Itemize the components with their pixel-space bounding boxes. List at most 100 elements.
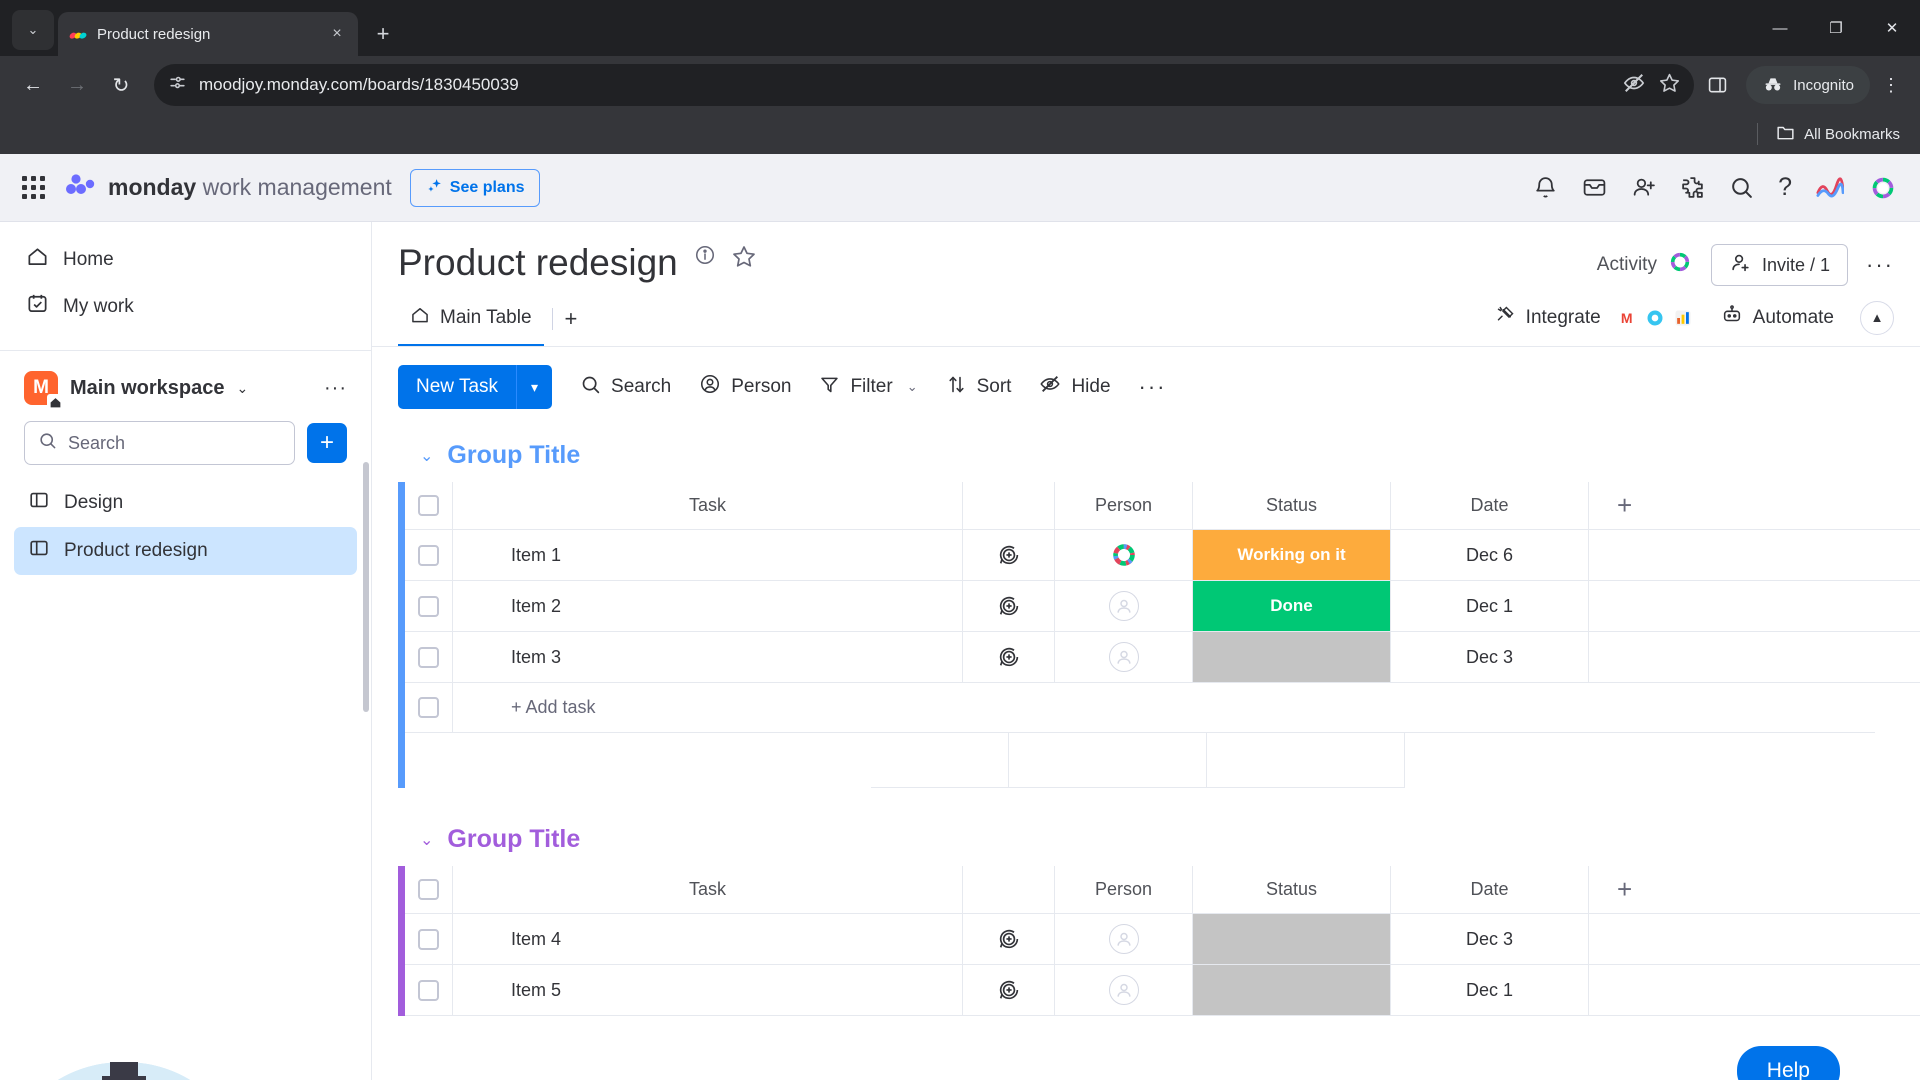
tab-main-table[interactable]: Main Table	[398, 296, 544, 347]
automate-button[interactable]: Automate	[1721, 304, 1834, 332]
group-title[interactable]: Group Title	[447, 441, 580, 470]
chevron-up-icon[interactable]: ▲	[1860, 300, 1894, 335]
cell-date[interactable]: Dec 1	[1391, 965, 1589, 1016]
chevron-down-icon[interactable]: ⌄	[907, 379, 918, 395]
browser-tab[interactable]: Product redesign ×	[58, 12, 358, 56]
all-bookmarks-button[interactable]: All Bookmarks	[1776, 124, 1900, 145]
back-button[interactable]: ←	[14, 66, 52, 104]
new-task-button[interactable]: New Task ▾	[398, 365, 553, 409]
cell-status[interactable]: Working on it	[1193, 530, 1391, 581]
sort-button[interactable]: Sort	[946, 374, 1011, 401]
minimize-button[interactable]: —	[1752, 5, 1808, 51]
select-all-checkbox[interactable]	[405, 866, 453, 914]
close-window-button[interactable]: ✕	[1864, 5, 1920, 51]
cell-person[interactable]	[1055, 581, 1193, 632]
new-task-dropdown-icon[interactable]: ▾	[516, 365, 553, 409]
action-bar-more-icon[interactable]: ···	[1139, 374, 1167, 400]
page-info-icon[interactable]	[168, 73, 187, 97]
add-task-label[interactable]: + Add task	[453, 683, 1875, 733]
cell-task[interactable]: Item 4	[453, 914, 963, 965]
search-icon[interactable]	[1729, 175, 1754, 200]
side-panel-icon[interactable]	[1700, 68, 1734, 102]
maximize-button[interactable]: ❐	[1808, 5, 1864, 51]
chevron-down-icon[interactable]: ⌄	[237, 380, 249, 397]
add-update-icon[interactable]	[963, 581, 1055, 632]
cell-person[interactable]	[1055, 914, 1193, 965]
inbox-icon[interactable]	[1582, 175, 1607, 200]
column-header-date[interactable]: Date	[1391, 866, 1589, 914]
group-collapse-icon[interactable]: ⌄	[420, 446, 433, 466]
workspace-more-icon[interactable]: ···	[324, 377, 347, 400]
add-update-icon[interactable]	[963, 914, 1055, 965]
sidebar-search-input[interactable]: Search	[24, 421, 295, 465]
eye-off-icon[interactable]	[1623, 72, 1645, 99]
cell-task[interactable]: Item 5	[453, 965, 963, 1016]
sidebar-add-button[interactable]: +	[307, 423, 347, 463]
invite-members-icon[interactable]	[1631, 175, 1656, 200]
add-column-button[interactable]: +	[1589, 482, 1920, 530]
incognito-indicator[interactable]: Incognito	[1746, 66, 1870, 104]
close-tab-icon[interactable]: ×	[326, 23, 348, 45]
excel-icon[interactable]	[1671, 306, 1695, 330]
invite-button[interactable]: Invite / 1	[1710, 244, 1849, 286]
add-update-icon[interactable]	[963, 965, 1055, 1016]
slack-icon[interactable]	[1643, 306, 1667, 330]
cell-person[interactable]	[1055, 632, 1193, 683]
table-row[interactable]: Item 2 Done Dec 1	[405, 581, 1920, 632]
tab-search-button[interactable]: ⌄	[12, 10, 54, 50]
workspace-selector[interactable]: M Main workspace ⌄ ···	[0, 351, 371, 417]
sidebar-scrollbar[interactable]	[363, 462, 369, 712]
cell-person[interactable]	[1055, 530, 1193, 581]
cell-status[interactable]	[1193, 914, 1391, 965]
row-checkbox[interactable]	[405, 632, 453, 683]
sidebar-item-my-work[interactable]: My work	[0, 283, 371, 330]
favorite-star-icon[interactable]	[732, 244, 756, 268]
select-all-checkbox[interactable]	[405, 482, 453, 530]
monday-ai-icon[interactable]	[1816, 176, 1844, 199]
cell-task[interactable]: Item 3	[453, 632, 963, 683]
cell-status[interactable]	[1193, 632, 1391, 683]
see-plans-button[interactable]: See plans	[409, 168, 541, 207]
activity-button[interactable]: Activity	[1597, 249, 1693, 281]
table-row[interactable]: Item 3 Dec 3	[405, 632, 1920, 683]
board-more-icon[interactable]: ···	[1866, 252, 1894, 278]
address-bar[interactable]: moodjoy.monday.com/boards/1830450039	[154, 64, 1695, 106]
column-header-task[interactable]: Task	[453, 866, 963, 914]
apps-grid-icon[interactable]	[22, 176, 45, 199]
column-header-person[interactable]: Person	[1055, 866, 1193, 914]
user-avatar[interactable]	[1868, 173, 1898, 203]
cell-date[interactable]: Dec 6	[1391, 530, 1589, 581]
cell-task[interactable]: Item 1	[453, 530, 963, 581]
info-circle-icon[interactable]	[694, 244, 716, 266]
browser-menu-icon[interactable]: ⋮	[1876, 66, 1906, 104]
cell-date[interactable]: Dec 1	[1391, 581, 1589, 632]
cell-status[interactable]	[1193, 965, 1391, 1016]
row-checkbox[interactable]	[405, 965, 453, 1016]
sidebar-item-home[interactable]: Home	[0, 236, 371, 283]
table-row[interactable]: Item 4 Dec 3	[405, 914, 1920, 965]
sidebar-board-design[interactable]: Design	[14, 479, 357, 527]
sidebar-board-product-redesign[interactable]: Product redesign	[14, 527, 357, 575]
help-question-icon[interactable]: ?	[1778, 173, 1792, 202]
add-column-button[interactable]: +	[1589, 866, 1920, 914]
gmail-icon[interactable]: M	[1615, 306, 1639, 330]
brand[interactable]: monday work management	[63, 172, 392, 203]
row-checkbox[interactable]	[405, 581, 453, 632]
column-header-person[interactable]: Person	[1055, 482, 1193, 530]
cell-date[interactable]: Dec 3	[1391, 914, 1589, 965]
group-collapse-icon[interactable]: ⌄	[420, 830, 433, 850]
add-view-button[interactable]: +	[565, 306, 578, 338]
notifications-bell-icon[interactable]	[1533, 175, 1558, 200]
table-row[interactable]: Item 1 Working on it Dec 6	[405, 530, 1920, 581]
cell-person[interactable]	[1055, 965, 1193, 1016]
hide-button[interactable]: Hide	[1039, 373, 1111, 401]
cell-date[interactable]: Dec 3	[1391, 632, 1589, 683]
bookmark-star-icon[interactable]	[1659, 72, 1680, 98]
forward-button[interactable]: →	[58, 66, 96, 104]
search-button[interactable]: Search	[580, 374, 671, 401]
row-checkbox[interactable]	[405, 530, 453, 581]
column-header-status[interactable]: Status	[1193, 482, 1391, 530]
apps-marketplace-icon[interactable]	[1680, 175, 1705, 200]
column-header-status[interactable]: Status	[1193, 866, 1391, 914]
integrate-button[interactable]: Integrate M	[1495, 304, 1695, 331]
